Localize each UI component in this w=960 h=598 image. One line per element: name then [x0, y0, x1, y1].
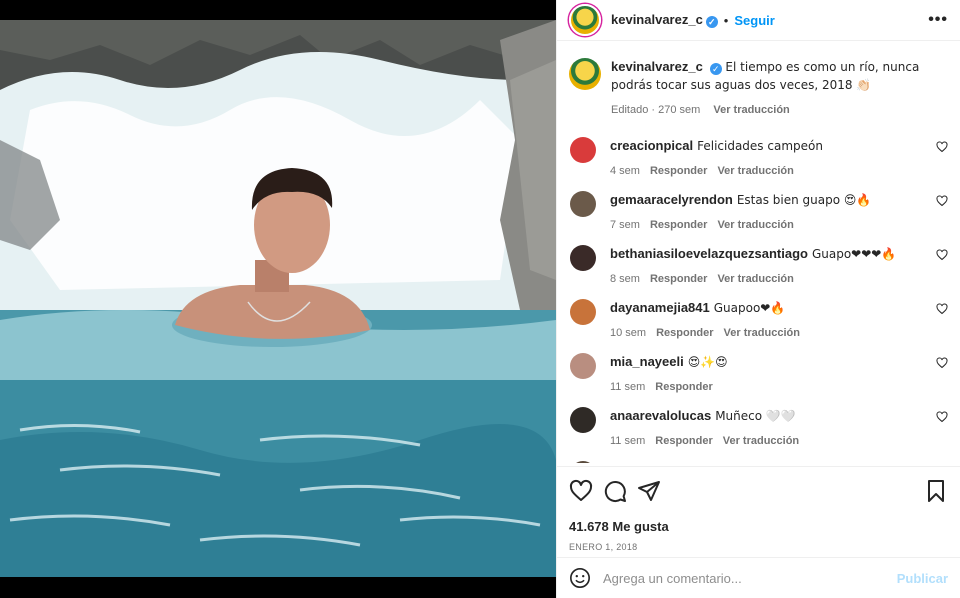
- author-username[interactable]: kevinalvarez_c ✓: [611, 12, 718, 28]
- post-photo-panel: [0, 0, 556, 598]
- comment-like-heart-icon[interactable]: [936, 357, 948, 369]
- caption-author-username[interactable]: kevinalvarez_c: [611, 59, 703, 74]
- post-caption: kevinalvarez_c ✓ El tiempo es como un río…: [569, 42, 948, 119]
- verified-badge-icon: ✓: [709, 63, 722, 75]
- comment-item: gemaaracelyrendon Estas bien guapo 😍🔥 7 se…: [569, 177, 948, 231]
- commenter-avatar[interactable]: [570, 245, 596, 271]
- commenter-avatar[interactable]: [570, 299, 596, 325]
- commenter-username[interactable]: creacionpical: [610, 138, 693, 153]
- reply-button[interactable]: Responder: [656, 327, 713, 339]
- comment-text: Felicidades campeón: [697, 139, 823, 153]
- reply-button[interactable]: Responder: [655, 435, 712, 447]
- comment-like-heart-icon[interactable]: [936, 303, 948, 315]
- translate-link[interactable]: Ver traducción: [717, 219, 793, 231]
- post-dialog: kevinalvarez_c ✓ • Seguir ••• kevinalvare…: [0, 0, 960, 598]
- caption-translate-link[interactable]: Ver traducción: [713, 104, 789, 116]
- caption-meta: Editado · 270 sem Ver traducción: [611, 102, 948, 119]
- commenter-username[interactable]: ana_sofi_no_fresa: [610, 462, 724, 463]
- follow-button[interactable]: Seguir: [734, 13, 774, 28]
- comment-item: bethaniasiloevelazquezsantiago Guapo❤❤❤🔥 8…: [569, 231, 948, 285]
- more-options-icon[interactable]: •••: [928, 11, 948, 29]
- comment-time: 7 sem: [610, 219, 640, 231]
- translate-link[interactable]: Ver traducción: [717, 165, 793, 177]
- verified-badge-icon: ✓: [705, 16, 718, 28]
- heart-icon[interactable]: [569, 479, 593, 503]
- comment-like-heart-icon[interactable]: [936, 411, 948, 423]
- comment-text: Guapo❤❤❤🔥: [811, 247, 897, 261]
- commenter-username[interactable]: dayanamejia841: [610, 300, 710, 315]
- comment-item: creacionpical Felicidades campeón 4 sem Res…: [569, 123, 948, 177]
- action-icons: [569, 479, 948, 503]
- comment-time: 8 sem: [610, 273, 640, 285]
- comment-item: anaarevalolucas Muñeco 🤍🤍 11 sem Responder V…: [569, 393, 948, 447]
- comment-composer: Agrega un comentario... Publicar: [557, 557, 960, 598]
- comment-time: 11 sem: [610, 381, 646, 393]
- commenter-username[interactable]: mia_nayeeli: [610, 354, 684, 369]
- separator-dot: •: [723, 12, 729, 28]
- post-photo[interactable]: [0, 20, 556, 577]
- emoji-icon[interactable]: [569, 567, 591, 589]
- commenter-avatar[interactable]: [570, 407, 596, 433]
- reply-button[interactable]: Responder: [650, 165, 707, 177]
- comment-item: ana_sofi_no_fresaQue frases tan cierta 👏: [569, 447, 948, 463]
- post-side-panel: kevinalvarez_c ✓ • Seguir ••• kevinalvare…: [556, 0, 960, 598]
- likes-count[interactable]: 41.678 Me gusta: [569, 519, 948, 534]
- comment-like-heart-icon[interactable]: [936, 195, 948, 207]
- reply-button[interactable]: Responder: [650, 273, 707, 285]
- comment-time: 10 sem: [610, 327, 647, 339]
- reply-button[interactable]: Responder: [655, 381, 712, 393]
- commenter-avatar[interactable]: [570, 137, 596, 163]
- comments-list[interactable]: kevinalvarez_c ✓ El tiempo es como un río…: [557, 42, 960, 463]
- commenter-avatar[interactable]: [570, 461, 596, 463]
- comment-input[interactable]: Agrega un comentario...: [603, 571, 897, 586]
- caption-edited-time: Editado · 270 sem: [611, 104, 701, 116]
- post-header: kevinalvarez_c ✓ • Seguir •••: [557, 0, 960, 41]
- publish-button[interactable]: Publicar: [897, 571, 948, 586]
- comment-like-heart-icon[interactable]: [936, 249, 948, 261]
- translate-link[interactable]: Ver traducción: [717, 273, 793, 285]
- translate-link[interactable]: Ver traducción: [724, 327, 800, 339]
- comment-text: 😍✨😍: [687, 355, 728, 369]
- author-username-text[interactable]: kevinalvarez_c: [611, 12, 703, 27]
- comment-text: Estas bien guapo 😍🔥: [736, 193, 872, 207]
- comment-text: Muñeco 🤍🤍: [715, 409, 796, 423]
- comment-item: dayanamejia841 Guapoo❤🔥 10 sem Responder Ver…: [569, 285, 948, 339]
- caption-author-avatar[interactable]: [569, 58, 601, 90]
- commenter-username[interactable]: anaarevalolucas: [610, 408, 711, 423]
- commenter-username[interactable]: gemaaracelyrendon: [610, 192, 733, 207]
- comment-time: 4 sem: [610, 165, 640, 177]
- comment-icon[interactable]: [603, 479, 627, 503]
- comment-item: mia_nayeeli 😍✨😍 11 sem Responder: [569, 339, 948, 393]
- bookmark-icon[interactable]: [924, 479, 948, 503]
- post-actions: 41.678 Me gusta ENERO 1, 2018: [557, 466, 960, 552]
- post-date: ENERO 1, 2018: [569, 542, 638, 552]
- translate-link[interactable]: Ver traducción: [723, 435, 799, 447]
- comment-time: 11 sem: [610, 435, 646, 447]
- comment-like-heart-icon[interactable]: [936, 141, 948, 153]
- commenter-username[interactable]: bethaniasiloevelazquezsantiago: [610, 246, 808, 261]
- commenter-avatar[interactable]: [570, 353, 596, 379]
- comment-text: Guapoo❤🔥: [713, 301, 786, 315]
- commenter-avatar[interactable]: [570, 191, 596, 217]
- reply-button[interactable]: Responder: [650, 219, 707, 231]
- author-avatar[interactable]: [569, 4, 601, 36]
- share-icon[interactable]: [637, 479, 661, 503]
